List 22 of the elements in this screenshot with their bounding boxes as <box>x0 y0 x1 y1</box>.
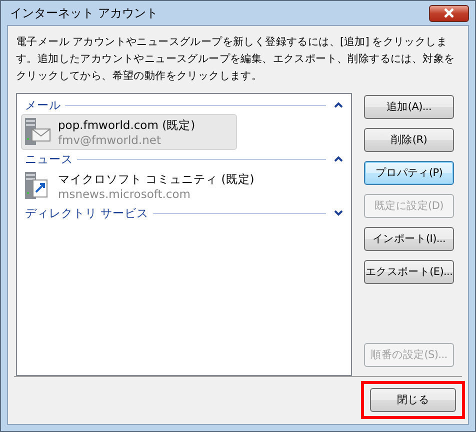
action-button[interactable]: 削除(R) <box>364 128 454 152</box>
description-text: 電子メール アカウントやニュースグループを新しく登録するには、[追加] をクリックします。追加したアカウントやニュースグループを編集、エクスポート、削除するには、対象をクリックしてから、希望の動作をクリックします。 <box>16 35 456 84</box>
group-header[interactable]: メール <box>21 96 347 114</box>
collapse-icon[interactable] <box>334 156 343 162</box>
expand-icon[interactable] <box>334 210 343 216</box>
account-address: msnews.microsoft.com <box>58 186 192 200</box>
account-item[interactable]: マイクロソフト コミュニティ (既定) msnews.microsoft.com <box>21 168 258 204</box>
action-button[interactable]: エクスポート(E)... <box>364 260 454 284</box>
account-address: fmv@fmworld.net <box>58 132 162 146</box>
group-header[interactable]: ディレクトリ サービス <box>21 204 347 222</box>
group-header[interactable]: ニュース <box>21 150 347 168</box>
mail-server-icon <box>24 117 52 147</box>
account-name: pop.fmworld.com (既定) <box>58 118 196 132</box>
action-button[interactable]: インポート(I)... <box>364 227 454 251</box>
close-button[interactable]: 閉じる <box>370 388 456 412</box>
window-title: インターネット アカウント <box>9 4 158 22</box>
account-name: マイクロソフト コミュニティ (既定) <box>58 172 254 186</box>
action-button[interactable]: 追加(A)... <box>364 95 454 119</box>
close-icon[interactable] <box>429 4 469 22</box>
action-button[interactable]: プロパティ(P) <box>364 161 454 185</box>
collapse-icon[interactable] <box>334 102 343 108</box>
account-item[interactable]: pop.fmworld.com (既定) fmv@fmworld.net <box>21 114 237 150</box>
